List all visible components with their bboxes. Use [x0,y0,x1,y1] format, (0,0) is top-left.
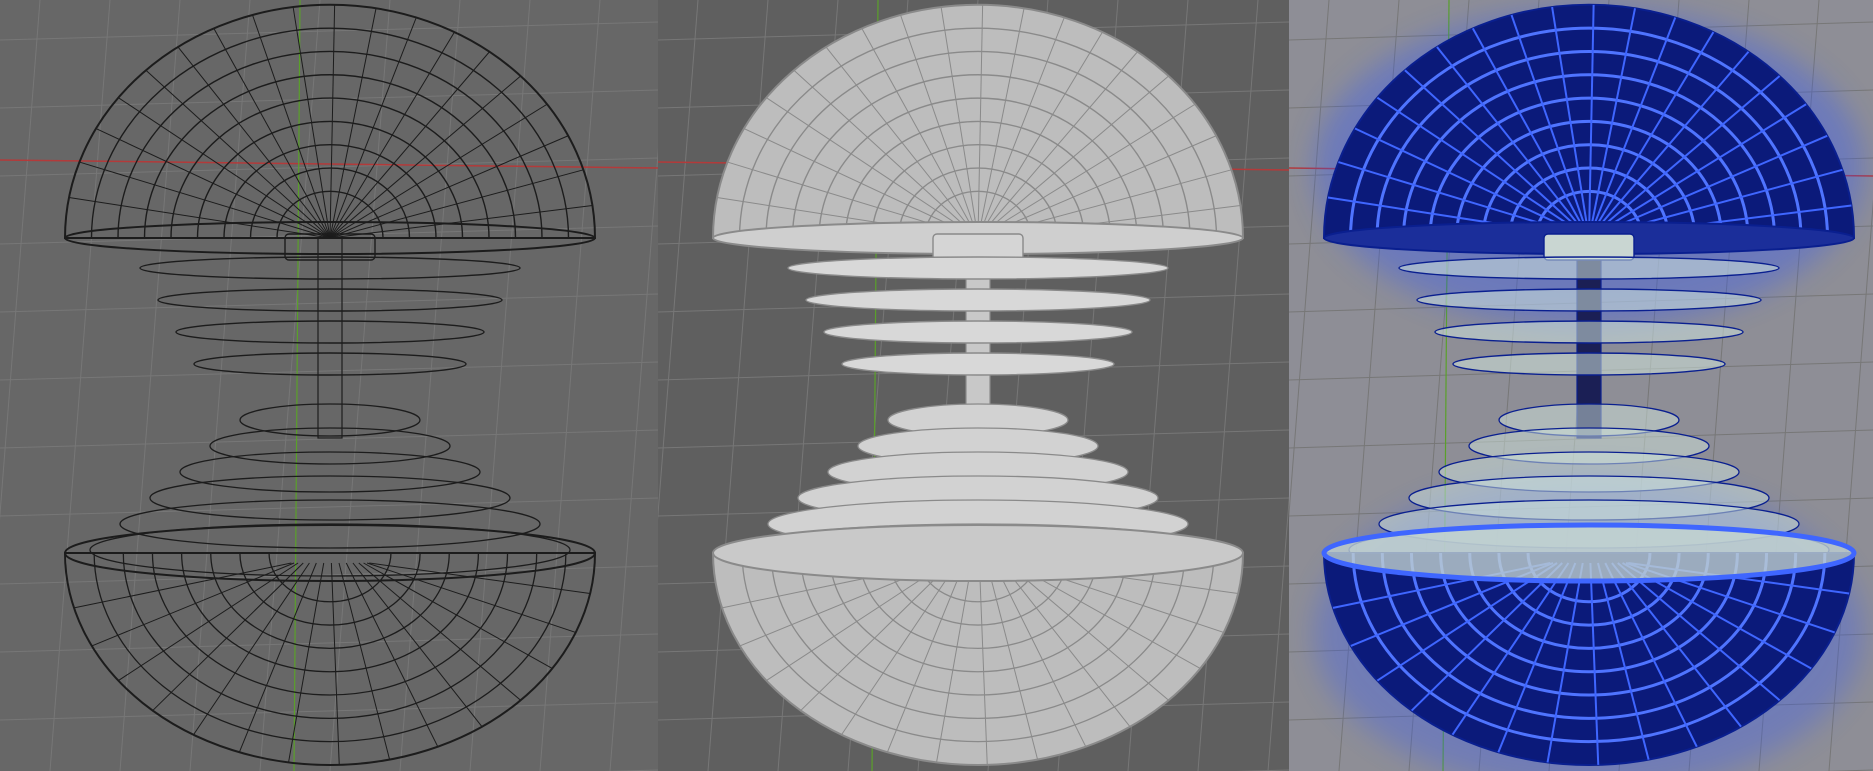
dome-slat [329,8,377,239]
bowl-slat [91,562,295,647]
grid-line [0,293,658,313]
dome-slat [68,197,331,239]
bowl-rib [268,552,392,603]
exploded-sphere-mechanism [711,3,1245,766]
grid-line [1267,494,1289,771]
dome-slat [213,28,331,239]
gear-disc [823,320,1133,344]
dome-slat [329,31,455,239]
stacked-disc [149,475,511,521]
grid-line [0,429,658,449]
grid-line [0,497,658,517]
gear-disc [1452,352,1726,376]
bowl-slat [238,562,317,753]
gear-disc [787,256,1169,280]
solid-scene [658,0,1289,771]
grid-line [609,147,658,771]
grid-line [259,0,321,771]
grid-line [0,89,658,109]
grid-line [119,0,181,771]
bowl-slat [352,562,483,727]
upper-hemisphere [711,3,1245,255]
viewport-solid[interactable] [658,0,1289,771]
grid-line [329,0,391,771]
gear-disc [841,352,1115,376]
dome-rib [90,27,570,239]
lower-hemisphere [63,524,597,766]
dome-slat [252,14,331,239]
bowl-shell [711,552,1245,766]
y-axis-line [293,0,301,771]
rendered-scene [1289,0,1873,771]
viewport-rendered[interactable] [1289,0,1873,771]
grid-line [469,0,531,771]
bowl-slat [363,562,553,669]
grid-line [539,0,601,771]
upper-discs [139,256,521,376]
dome-slat [79,161,331,239]
bowl-slat [358,562,521,701]
gear-disc [175,320,485,344]
bowl-rib [180,552,480,673]
gear-disc [1434,320,1744,344]
bowl-slat [338,562,391,760]
bowl-rim [712,524,1244,582]
grid-line [0,701,658,721]
center-spindle [317,237,343,439]
upper-hemisphere [1322,3,1856,255]
grid-line [0,0,41,521]
viewport-wireframe[interactable] [0,0,658,771]
bowl-shell [63,552,597,766]
gear-disc [193,352,467,376]
grid-line [399,0,461,771]
upper-hemisphere [63,3,597,255]
grid-line [0,21,658,41]
viewport-triptych [0,0,1873,771]
grid-line [189,0,251,771]
dome-slat [329,17,417,239]
exploded-sphere-mechanism [1314,3,1864,771]
gear-disc [1398,256,1780,280]
stacked-disc [179,451,481,493]
top-hub [932,233,1024,261]
bowl-slat [366,562,576,633]
gear-disc [1416,288,1762,312]
gear-disc [805,288,1151,312]
grid-line [49,0,111,771]
lower-hemisphere [711,524,1245,766]
stacked-disc [209,427,451,465]
bowl-rim [1321,522,1857,584]
grid-line [658,0,699,521]
wireframe-scene [0,0,658,771]
top-hub [1543,233,1635,261]
bowl-slat [152,562,304,711]
exploded-sphere-mechanism [63,3,597,766]
lower-discs [89,403,571,577]
grid-line [0,361,658,381]
dome-slat [329,51,490,239]
